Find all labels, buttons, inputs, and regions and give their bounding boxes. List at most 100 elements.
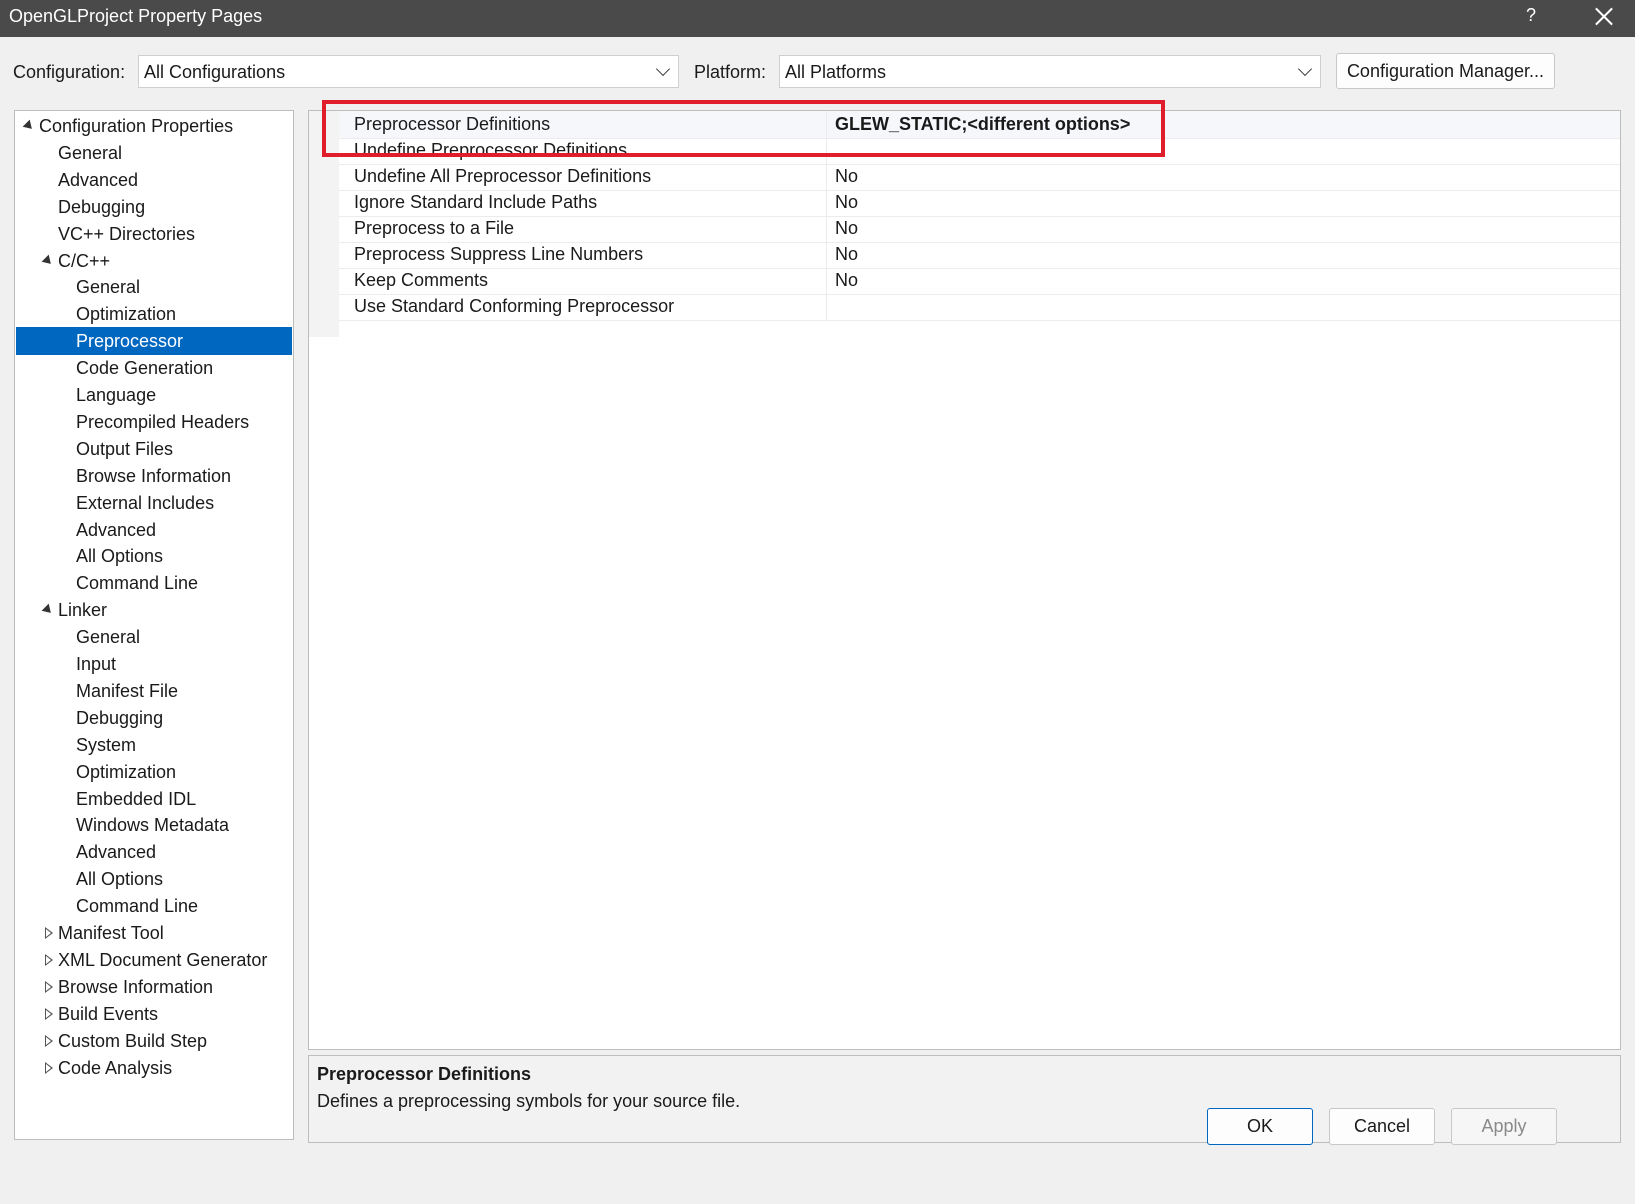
property-row[interactable]: Keep Comments No (339, 267, 1620, 295)
tree-item[interactable]: Input (16, 650, 292, 678)
tree-item[interactable]: C/C++ (16, 247, 292, 275)
tree-item-label: Command Line (76, 896, 199, 917)
tree-item[interactable]: Preprocessor (16, 327, 292, 356)
tree-item[interactable]: General (16, 273, 292, 301)
property-name: Use Standard Conforming Preprocessor (354, 296, 675, 316)
ok-label: OK (1246, 1116, 1273, 1136)
property-name: Keep Comments (354, 270, 489, 290)
property-row[interactable]: Preprocess Suppress Line Numbers No (339, 241, 1620, 269)
platform-value: All Platforms (785, 62, 887, 82)
property-name: Ignore Standard Include Paths (354, 192, 598, 212)
collapsed-triangle-icon[interactable] (45, 953, 53, 966)
tree-item[interactable]: Optimization (16, 758, 292, 786)
tree-item-label: General (76, 627, 141, 648)
tree-item[interactable]: Browse Information (16, 462, 292, 490)
tree-item[interactable]: System (16, 731, 292, 759)
tree-item-label: Advanced (76, 519, 157, 540)
configuration-dropdown[interactable]: All Configurations (138, 55, 679, 88)
configuration-manager-button[interactable]: Configuration Manager... (1336, 53, 1555, 89)
tree-item[interactable]: Custom Build Step (16, 1027, 292, 1055)
property-value[interactable]: No (835, 270, 858, 291)
column-divider (826, 163, 827, 190)
tree-item[interactable]: All Options (16, 542, 292, 570)
platform-dropdown[interactable]: All Platforms (779, 55, 1321, 88)
property-grid[interactable]: Preprocessor Definitions GLEW_STATIC;<dif… (308, 110, 1621, 1050)
ok-button[interactable]: OK (1207, 1108, 1313, 1145)
tree-item[interactable]: Code Generation (16, 354, 292, 382)
chevron-down-icon (655, 61, 671, 77)
tree-item[interactable]: Manifest File (16, 677, 292, 705)
tree-item[interactable]: Code Analysis (16, 1054, 292, 1082)
column-divider (826, 267, 827, 294)
property-value[interactable]: No (835, 218, 858, 239)
tree-item[interactable]: General (16, 139, 292, 167)
tree-item[interactable]: Precompiled Headers (16, 408, 292, 436)
tree-item[interactable]: Command Line (16, 892, 292, 920)
configuration-manager-label: Configuration Manager... (1346, 61, 1545, 81)
cancel-button[interactable]: Cancel (1329, 1108, 1435, 1145)
apply-button[interactable]: Apply (1451, 1108, 1557, 1145)
collapsed-triangle-icon[interactable] (45, 1061, 53, 1074)
tree-item-label: Browse Information (76, 465, 232, 486)
tree-item[interactable]: External Includes (16, 489, 292, 517)
column-divider (826, 293, 827, 320)
tree-item[interactable]: Linker (16, 596, 292, 624)
expanded-triangle-icon[interactable] (41, 254, 55, 267)
expanded-triangle-icon[interactable] (41, 603, 55, 617)
tree-item[interactable]: Debugging (16, 193, 292, 221)
property-row[interactable]: Use Standard Conforming Preprocessor (339, 293, 1620, 321)
tree-item[interactable]: Browse Information (16, 973, 292, 1001)
tree-item-label: System (76, 734, 137, 755)
tree-item-label: Code Analysis (58, 1057, 173, 1078)
tree-item[interactable]: Manifest Tool (16, 919, 292, 947)
property-value[interactable]: No (835, 166, 858, 187)
property-row[interactable]: Undefine All Preprocessor Definitions No (339, 163, 1620, 191)
tree-item[interactable]: All Options (16, 865, 292, 893)
tree-item[interactable]: Advanced (16, 166, 292, 194)
tree-item-label: XML Document Generator (58, 949, 268, 970)
tree-item[interactable]: Advanced (16, 838, 292, 866)
window-title: OpenGLProject Property Pages (9, 6, 263, 26)
collapsed-triangle-icon[interactable] (45, 1034, 53, 1047)
tree-item-label: C/C++ (58, 250, 111, 271)
help-button[interactable]: ? (1526, 5, 1536, 26)
title-bar: OpenGLProject Property Pages ? (0, 0, 1635, 37)
tree-item[interactable]: General (16, 623, 292, 651)
tree-item[interactable]: Output Files (16, 435, 292, 463)
tree-item[interactable]: Configuration Properties (16, 112, 292, 140)
tree-item[interactable]: Advanced (16, 516, 292, 544)
expanded-triangle-icon[interactable] (22, 119, 36, 133)
tree-item-label: General (58, 142, 123, 163)
tree-item-label: Advanced (58, 169, 139, 190)
tree-item[interactable]: Windows Metadata (16, 811, 292, 839)
tree-item[interactable]: XML Document Generator (16, 946, 292, 974)
column-divider (826, 215, 827, 242)
tree-item-label: Precompiled Headers (76, 411, 250, 432)
close-icon[interactable] (1592, 4, 1616, 28)
tree-item-label: Manifest Tool (58, 923, 164, 943)
tree-item-label: Code Generation (76, 358, 214, 379)
tree-item-label: External Includes (76, 492, 215, 513)
tree-item-label: Debugging (76, 707, 164, 728)
collapsed-triangle-icon[interactable] (45, 980, 53, 993)
property-name: Preprocess to a File (354, 218, 515, 238)
collapsed-triangle-icon[interactable] (45, 927, 53, 939)
tree-item[interactable]: Optimization (16, 300, 292, 328)
tree-item-label: Debugging (58, 196, 146, 217)
tree-item[interactable]: Build Events (16, 1000, 292, 1028)
tree-item[interactable]: VC++ Directories (16, 220, 292, 248)
property-value[interactable]: No (835, 244, 858, 265)
property-row[interactable]: Preprocess to a File No (339, 215, 1620, 243)
tree-item[interactable]: Embedded IDL (16, 785, 292, 813)
tree-item-label: Input (76, 654, 117, 674)
tree-item-label: Embedded IDL (76, 788, 197, 809)
property-value[interactable]: No (835, 192, 858, 213)
tree-item[interactable]: Debugging (16, 704, 292, 732)
collapsed-triangle-icon[interactable] (45, 1007, 53, 1020)
property-tree[interactable]: Configuration Properties General Advanced D… (14, 110, 294, 1140)
tree-item[interactable]: Language (16, 381, 292, 409)
tree-item-label: Configuration Properties (39, 116, 234, 136)
tree-item-label: Optimization (76, 761, 177, 782)
property-row[interactable]: Ignore Standard Include Paths No (339, 189, 1620, 217)
tree-item[interactable]: Command Line (16, 569, 292, 597)
